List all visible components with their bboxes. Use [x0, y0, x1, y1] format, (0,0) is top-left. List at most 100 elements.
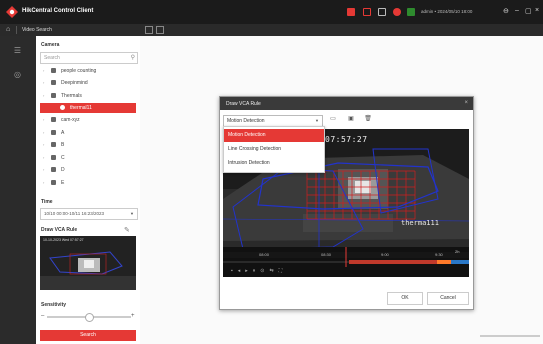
camera-label: Camera	[41, 42, 60, 48]
notification-icon[interactable]	[393, 8, 401, 16]
status-bar-indicator	[480, 335, 540, 337]
dialog-header: Draw VCA Rule ×	[220, 97, 473, 110]
chevron-right-icon[interactable]: ›	[43, 117, 44, 122]
tree-item-label: C	[61, 155, 65, 161]
chevron-right-icon[interactable]: ›	[43, 155, 44, 160]
delete-icon[interactable]: 🗑	[364, 115, 372, 123]
tab-bar: ⌂ Video Search	[0, 24, 543, 36]
site-icon	[51, 117, 56, 122]
close-icon[interactable]: ×	[464, 100, 468, 106]
dropdown-option[interactable]: Intrusion Detection	[224, 157, 324, 170]
chevron-right-icon[interactable]: ›	[43, 130, 44, 135]
slider-handle[interactable]	[85, 313, 94, 322]
layout-icon[interactable]	[145, 26, 153, 34]
tree-item-label: D	[61, 167, 65, 173]
time-range-value: 10/10 00:00-10/11 16:23/2023	[44, 211, 104, 216]
cancel-button[interactable]: Cancel	[427, 292, 469, 305]
event-icon[interactable]	[363, 8, 371, 16]
timeline-tick: 9:30	[435, 252, 443, 257]
dropdown-option[interactable]: Line Crossing Detection	[224, 143, 324, 156]
timeline-span: 2h	[455, 249, 460, 254]
full-screen-area-icon[interactable]: ▣	[347, 115, 355, 123]
chevron-down-icon: ▼	[130, 211, 134, 216]
thumbnail-image	[40, 236, 136, 290]
tree-item-label: cam-xyz	[61, 117, 80, 123]
timeline-tick: 08:30	[321, 252, 332, 257]
tree-item[interactable]: › E	[40, 178, 136, 188]
tab-video-search[interactable]: Video Search	[22, 27, 52, 33]
ok-button[interactable]: OK	[387, 292, 423, 305]
home-icon[interactable]: ⌂	[6, 26, 10, 33]
plus-icon[interactable]: +	[131, 313, 135, 319]
thumbnail-timestamp: 10-10-2023 Wed 07:57:27	[43, 238, 84, 242]
camera-name-overlay: therma111	[401, 219, 439, 227]
tree-item[interactable]: › B	[40, 140, 136, 150]
site-icon	[51, 167, 56, 172]
rule-thumbnail[interactable]: 10-10-2023 Wed 07:57:27	[40, 236, 136, 290]
tree-item[interactable]: › D	[40, 165, 136, 175]
grid-icon[interactable]	[156, 26, 164, 34]
list-icon[interactable]: ☰	[13, 46, 22, 55]
playback-controls[interactable]: ▪◂▸⏸⊙⇆⛶	[231, 268, 287, 274]
chevron-right-icon[interactable]: ›	[43, 167, 44, 172]
site-icon	[51, 180, 56, 185]
tree-item-label: Thermals	[61, 93, 82, 99]
timeline-tick: 9:00	[381, 252, 389, 257]
dialog-title: Draw VCA Rule	[226, 101, 261, 107]
chevron-down-icon: ▼	[315, 118, 319, 123]
minimize-icon[interactable]: –	[515, 7, 519, 14]
search-icon[interactable]: ⚲	[131, 54, 135, 61]
sensitivity-label: Sensitivity	[41, 302, 67, 308]
close-icon[interactable]: ×	[535, 7, 539, 14]
rule-type-value: Motion Detection	[227, 118, 265, 124]
camera-icon	[60, 105, 65, 110]
chevron-right-icon[interactable]: ›	[43, 80, 44, 85]
tree-item[interactable]: › cam-xyz	[40, 115, 136, 125]
download-icon[interactable]	[378, 8, 386, 16]
tree-item[interactable]: › Thermals	[40, 91, 136, 101]
tree-item-label: thermal11	[70, 105, 92, 111]
site-icon	[51, 93, 56, 98]
health-icon[interactable]	[407, 8, 415, 16]
alarm-icon[interactable]	[347, 8, 355, 16]
chevron-right-icon[interactable]: ›	[43, 142, 44, 147]
camera-search-input[interactable]: Search ⚲	[40, 52, 138, 64]
draw-area-icon[interactable]: ▭	[329, 115, 337, 123]
tree-item-label: A	[61, 130, 65, 136]
tree-item-label: E	[61, 180, 65, 186]
time-label: Time	[41, 199, 53, 205]
site-icon	[51, 142, 56, 147]
tree-item[interactable]: › A	[40, 128, 136, 138]
location-icon[interactable]: ◎	[13, 70, 22, 79]
chevron-right-icon[interactable]: ›	[43, 68, 44, 73]
video-time-overlay: 07:57:27	[325, 135, 368, 144]
chevron-right-icon[interactable]: ›	[43, 180, 44, 185]
site-icon	[51, 155, 56, 160]
chevron-right-icon[interactable]: ›	[43, 93, 44, 98]
minus-icon[interactable]: –	[41, 313, 44, 319]
edit-icon[interactable]: ✎	[124, 226, 130, 234]
search-placeholder: Search	[44, 55, 60, 61]
maximize-icon[interactable]: ▢	[525, 7, 532, 15]
tree-item-label: B	[61, 142, 65, 148]
draw-vca-rule-dialog: Draw VCA Rule × Motion Detection ▼ ▭ ▣ 🗑	[219, 96, 474, 310]
tree-item[interactable]: › Deepinmind	[40, 78, 136, 88]
site-icon	[51, 130, 56, 135]
tree-item[interactable]: › C	[40, 153, 136, 163]
search-button[interactable]: Search	[40, 330, 136, 341]
tree-item[interactable]: › people counting	[40, 66, 136, 76]
time-range-select[interactable]: 10/10 00:00-10/11 16:23/2023 ▼	[40, 208, 138, 220]
user-icon[interactable]: ⊖	[503, 7, 509, 15]
site-icon	[51, 68, 56, 73]
title-bar: HikCentral Control Client admin • 2024/0…	[0, 0, 543, 24]
tree-item-label: Deepinmind	[61, 80, 88, 86]
timeline-tick: 08:00	[259, 252, 270, 257]
divider	[16, 26, 17, 34]
tree-item[interactable]: thermal11	[40, 103, 136, 113]
nav-strip: ☰ ◎	[0, 36, 36, 344]
site-icon	[51, 80, 56, 85]
dropdown-option[interactable]: Motion Detection	[224, 129, 324, 142]
tree-item-label: people counting	[61, 68, 97, 74]
draw-rule-label: Draw VCA Rule	[41, 227, 78, 233]
rule-type-dropdown: Motion Detection Line Crossing Detection I…	[223, 126, 325, 173]
